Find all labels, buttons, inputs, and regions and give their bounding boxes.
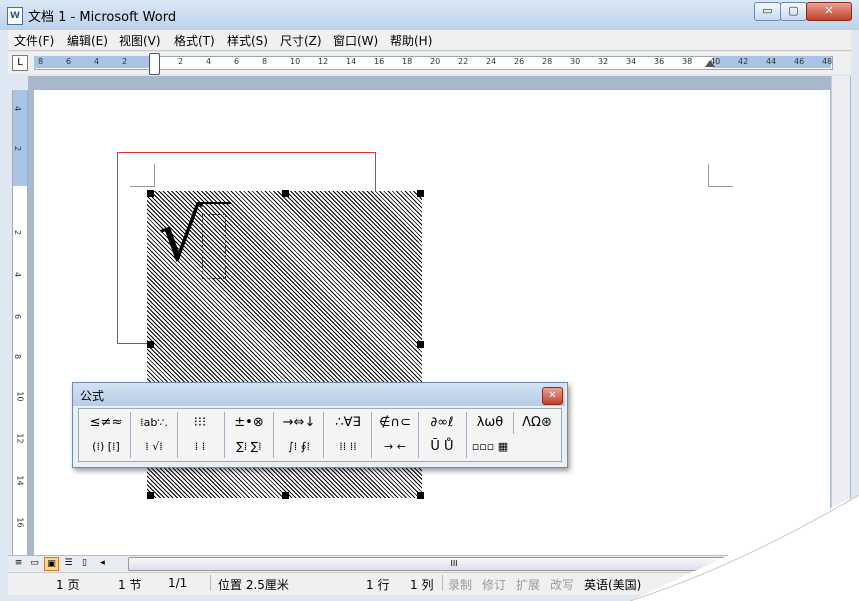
equation-toolbar-titlebar[interactable] xyxy=(73,383,565,406)
greek-lowercase-button[interactable]: λωθ xyxy=(470,412,510,434)
fence-templates-button[interactable]: (⁞) [⁞] xyxy=(86,436,126,458)
relational-symbols-button[interactable]: ≤≠≈ xyxy=(86,412,126,434)
misc-symbols-button[interactable]: ∂∞ℓ xyxy=(421,412,463,434)
set-theory-symbols-button[interactable]: ∉∩⊂ xyxy=(374,412,416,434)
arrow-symbols-button[interactable]: →⇔↓ xyxy=(277,412,321,434)
greek-uppercase-button[interactable]: ΛΩ⊛ xyxy=(516,412,558,434)
labeled-arrow-templates-button[interactable]: → ← xyxy=(374,436,416,458)
products-set-templates-button[interactable]: Ū Ů xyxy=(421,436,463,458)
logical-symbols-button[interactable]: ∴∀∃ xyxy=(327,412,369,434)
equation-toolbar-close-button[interactable]: ✕ xyxy=(542,387,563,405)
summation-templates-button[interactable]: ∑⁞ ∑⁞ xyxy=(228,436,270,458)
integral-templates-button[interactable]: ∫⁞ ∮⁞ xyxy=(277,436,321,458)
spaces-ellipses-button[interactable]: ⁞ab∵. xyxy=(134,412,174,434)
underbar-overbar-templates-button[interactable]: ⁞⁞ ⁞⁞ xyxy=(327,436,369,458)
subscript-superscript-templates-button[interactable]: ⁞ ⁞ xyxy=(180,436,220,458)
operator-symbols-button[interactable]: ±•⊗ xyxy=(228,412,270,434)
equation-toolbar-title: 公式 xyxy=(80,389,105,403)
page-curl-decoration xyxy=(629,494,859,601)
embellishments-button[interactable]: ⁝⁝⁝ xyxy=(180,412,220,434)
matrix-templates-button[interactable]: ▫▫▫ ▦ xyxy=(470,436,510,458)
fraction-radical-templates-button[interactable]: ⁞ √⁞ xyxy=(134,436,174,458)
